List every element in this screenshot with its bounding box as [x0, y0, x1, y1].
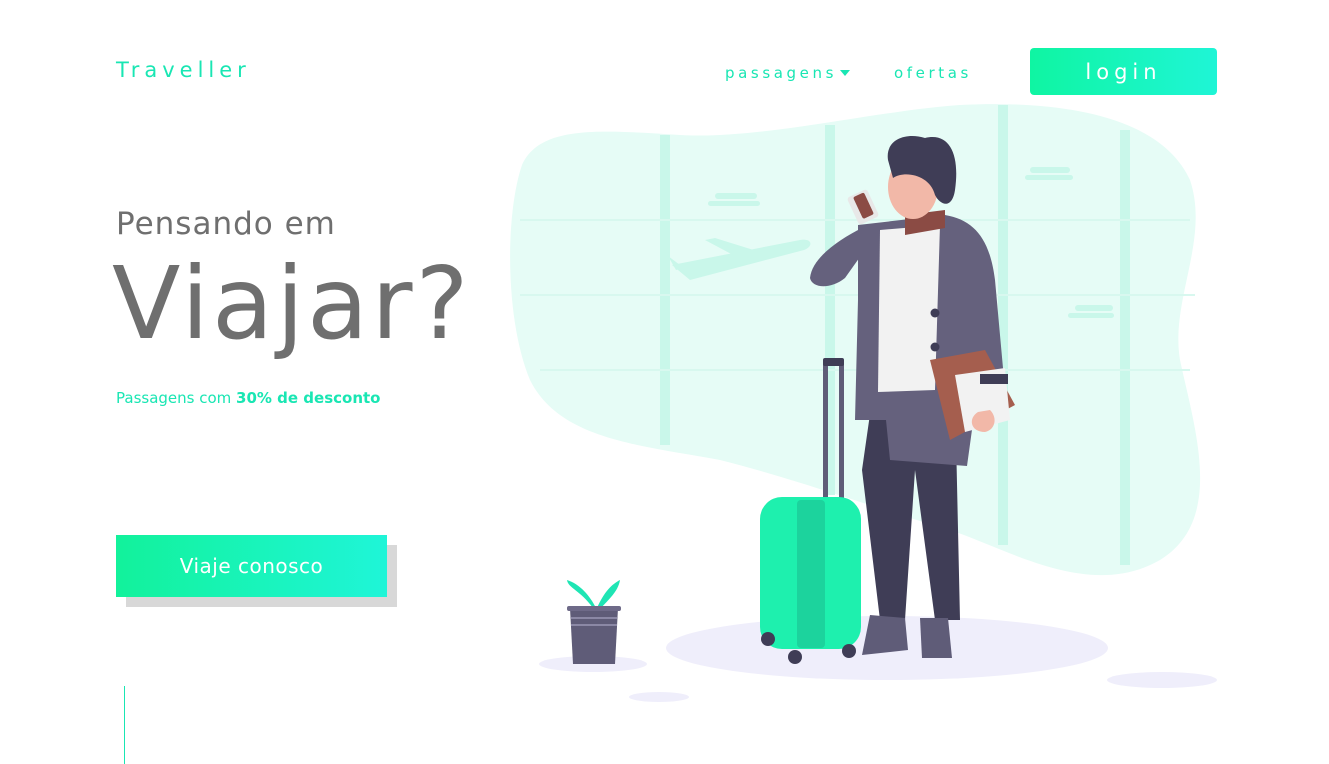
login-button[interactable]: login — [1030, 48, 1217, 95]
nav-passagens[interactable]: passagens — [725, 64, 851, 82]
chevron-down-icon — [840, 70, 851, 76]
plant-icon — [567, 580, 621, 664]
brand-logo[interactable]: Traveller — [116, 58, 251, 82]
hero-title: Viajar? — [112, 245, 472, 362]
traveller-illustration — [510, 104, 1217, 702]
hero-pre-title: Pensando em — [116, 206, 336, 242]
nav-ofertas[interactable]: ofertas — [894, 64, 972, 82]
nav-passagens-label: passagens — [725, 64, 838, 82]
hero-subtitle: Passagens com 30% de desconto — [116, 389, 380, 407]
subtitle-prefix: Passagens com — [116, 389, 237, 407]
decorative-line — [124, 686, 125, 764]
discount-highlight: 30% de desconto — [236, 389, 381, 407]
cta-button[interactable]: Viaje conosco — [116, 535, 387, 597]
